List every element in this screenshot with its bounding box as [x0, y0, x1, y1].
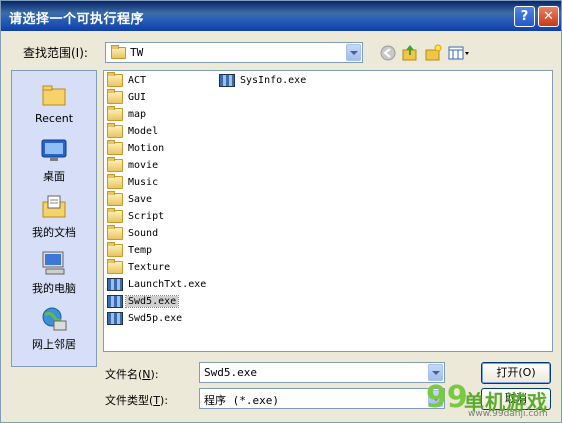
exe-file-icon — [107, 312, 123, 325]
look-in-label: 查找范围(I): — [23, 46, 88, 60]
new-folder-icon[interactable] — [424, 44, 442, 62]
folder-icon — [107, 140, 123, 155]
help-button[interactable]: ? — [514, 6, 535, 27]
folder-icon — [107, 157, 123, 172]
close-button[interactable]: ✕ — [538, 6, 559, 27]
chevron-down-icon[interactable] — [346, 44, 361, 61]
file-name: Save — [128, 194, 153, 205]
folder-icon — [107, 123, 123, 138]
back-icon[interactable] — [379, 44, 397, 62]
folder-icon — [107, 259, 123, 274]
filetype-value: 程序 (*.exe) — [204, 394, 279, 407]
my-documents-icon — [40, 193, 68, 221]
filetype-label: 文件类型(T): — [105, 394, 169, 407]
folder-icon — [107, 89, 123, 104]
watermark-url: www.99danji.com — [468, 409, 548, 419]
open-file-dialog: 请选择一个可执行程序 ? ✕ 查找范围(I): TW Recent 桌面 我的文… — [0, 0, 562, 423]
filename-label: 文件名(N): — [105, 368, 159, 381]
folder-icon — [107, 208, 123, 223]
folder-icon — [107, 106, 123, 121]
look-in-dropdown[interactable]: TW — [105, 42, 363, 63]
open-button[interactable]: 打开(O) — [481, 362, 551, 384]
view-menu-icon[interactable] — [448, 44, 472, 62]
places-label-my-computer: 我的电脑 — [32, 282, 76, 295]
file-name: Sound — [128, 228, 159, 239]
file-list[interactable]: ACT GUI map Model Motion movie Music Save Script… — [103, 70, 553, 352]
file-name: Texture — [128, 262, 171, 273]
exe-file-icon — [107, 278, 123, 291]
places-item-recent[interactable]: Recent — [12, 81, 96, 125]
file-name: Swd5.exe — [124, 295, 180, 308]
places-item-network-places[interactable]: 网上邻居 — [12, 305, 96, 352]
folder-icon — [107, 72, 123, 87]
folder-icon — [107, 191, 123, 206]
site-watermark: 99 单机游戏 www.99danji.com — [426, 380, 561, 420]
file-name: map — [128, 109, 147, 120]
file-name: Swd5p.exe — [128, 313, 183, 324]
watermark-number: 99 — [426, 380, 468, 415]
places-label-recent: Recent — [34, 112, 74, 125]
title-bar[interactable]: 请选择一个可执行程序 ? ✕ — [1, 1, 561, 31]
exe-file-icon — [219, 74, 235, 87]
file-name: Model — [128, 126, 159, 137]
places-bar: Recent 桌面 我的文档 我的电脑 网上邻居 — [11, 70, 97, 367]
up-folder-icon[interactable] — [401, 44, 419, 62]
file-name: ACT — [128, 75, 147, 86]
my-computer-icon — [40, 249, 68, 277]
places-label-network-places: 网上邻居 — [32, 338, 76, 351]
file-name: SysInfo.exe — [240, 75, 307, 86]
file-name: Script — [128, 211, 165, 222]
exe-file-icon — [107, 295, 123, 308]
file-name: Temp — [128, 245, 153, 256]
places-label-desktop: 桌面 — [43, 170, 65, 183]
file-name: LaunchTxt.exe — [128, 279, 207, 290]
look-in-value: TW — [130, 46, 144, 59]
network-places-icon — [40, 305, 68, 333]
file-name: Motion — [128, 143, 165, 154]
places-item-my-documents[interactable]: 我的文档 — [12, 193, 96, 240]
places-item-my-computer[interactable]: 我的电脑 — [12, 249, 96, 296]
filetype-dropdown[interactable]: 程序 (*.exe) — [199, 388, 445, 409]
filename-input[interactable]: Swd5.exe — [199, 362, 445, 383]
folder-icon — [107, 174, 123, 189]
file-name: movie — [128, 160, 159, 171]
filename-value[interactable]: Swd5.exe — [204, 366, 257, 379]
folder-icon — [107, 225, 123, 240]
places-label-my-documents: 我的文档 — [32, 226, 76, 239]
chevron-down-icon[interactable] — [428, 364, 443, 381]
places-item-desktop[interactable]: 桌面 — [12, 137, 96, 184]
file-name: GUI — [128, 92, 147, 103]
dialog-title: 请选择一个可执行程序 — [9, 12, 145, 27]
desktop-icon — [40, 137, 68, 165]
file-name: Music — [128, 177, 159, 188]
recent-folder-icon — [40, 81, 68, 109]
folder-icon — [107, 242, 123, 257]
folder-icon — [111, 45, 126, 59]
